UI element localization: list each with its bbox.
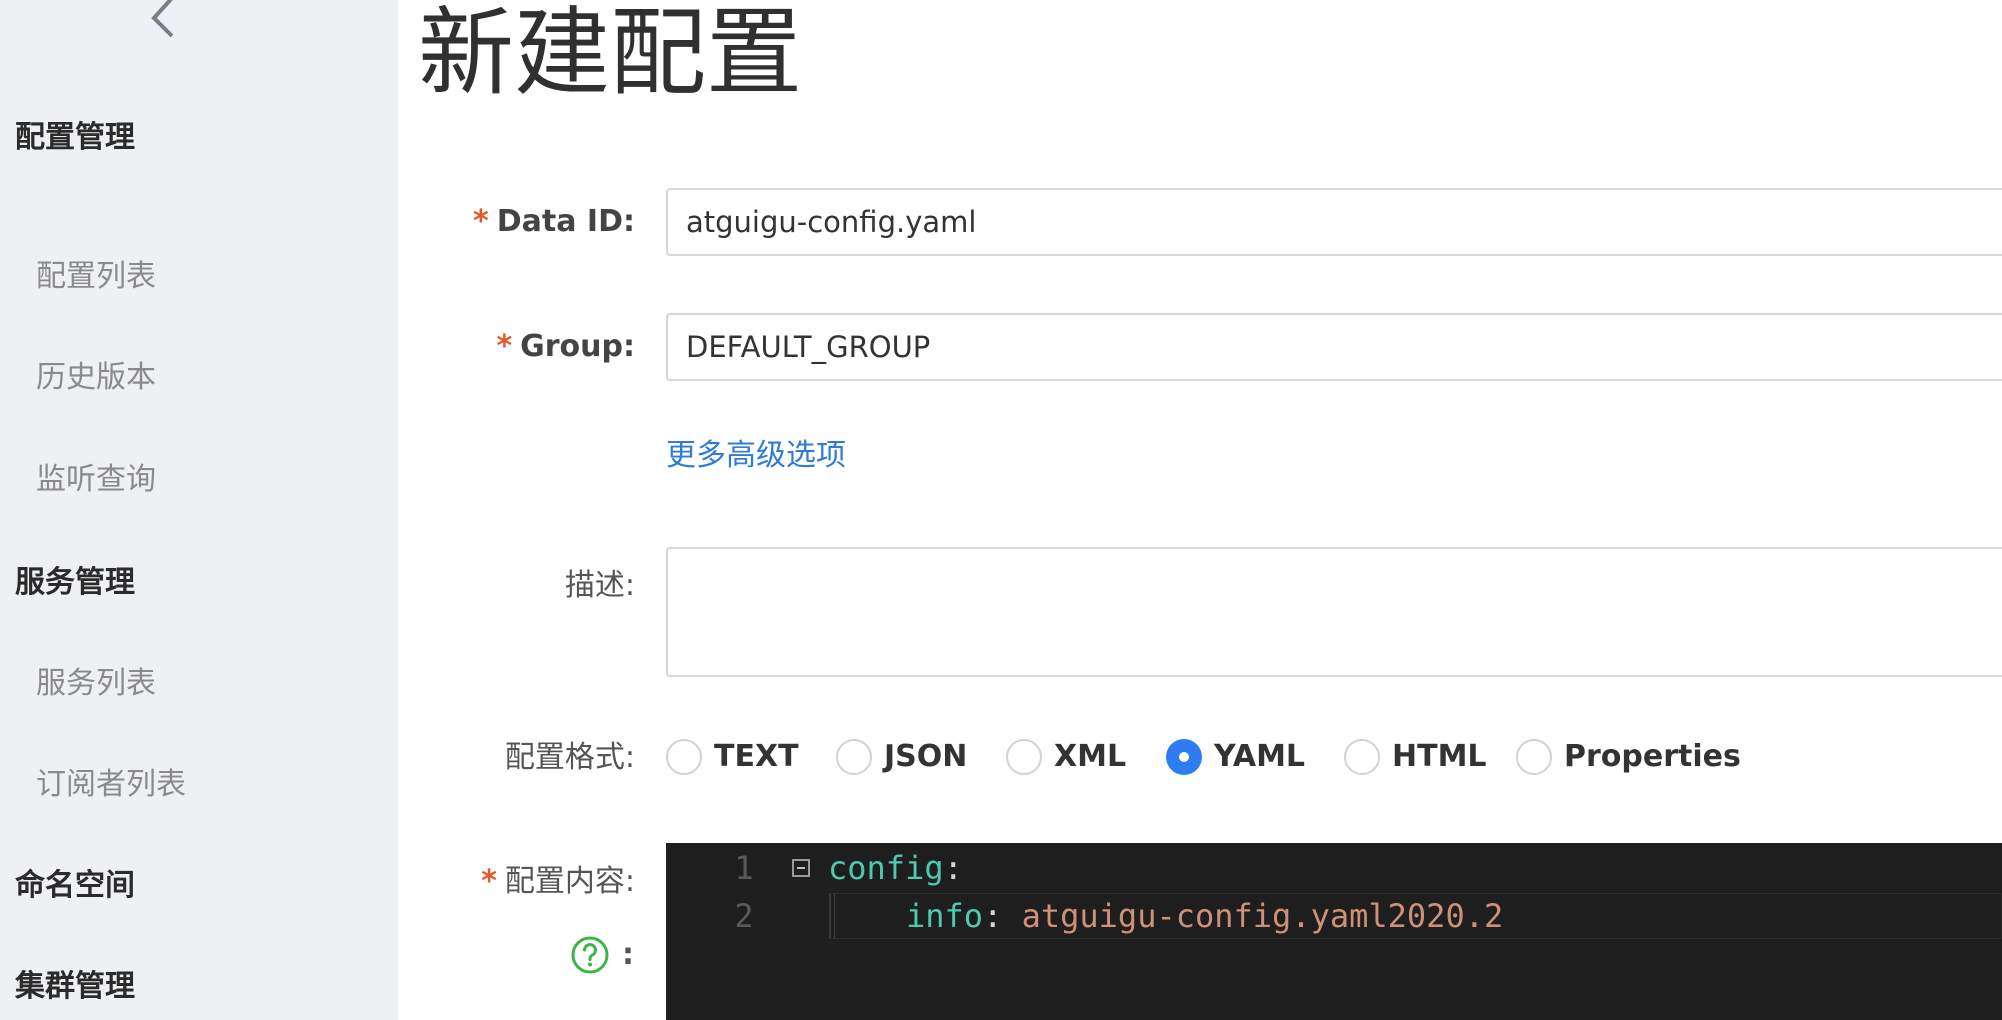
sidebar-item-service-list[interactable]: 服务列表 xyxy=(36,664,156,704)
radio-label: YAML xyxy=(1214,739,1306,774)
yaml-key: config xyxy=(828,849,944,887)
code-line-2: info: atguigu-config.yaml2020.2 xyxy=(906,893,1503,939)
sidebar-item-subscriber-list[interactable]: 订阅者列表 xyxy=(36,765,186,805)
format-radio-text[interactable]: TEXT xyxy=(666,735,799,779)
sidebar-group-namespace[interactable]: 命名空间 xyxy=(15,866,135,906)
radio-circle xyxy=(836,739,872,775)
radio-circle xyxy=(1344,739,1380,775)
radio-circle xyxy=(666,739,702,775)
format-radio-yaml[interactable]: YAML xyxy=(1166,735,1305,779)
radio-label: HTML xyxy=(1392,739,1487,774)
yaml-colon: : xyxy=(983,897,1003,935)
group-input[interactable] xyxy=(666,313,2002,381)
line-number: 1 xyxy=(734,849,754,887)
yaml-colon: : xyxy=(943,849,963,887)
sidebar-item-history-version[interactable]: 历史版本 xyxy=(36,358,156,398)
question-circle-icon[interactable] xyxy=(570,935,610,975)
yaml-value: atguigu-config.yaml2020.2 xyxy=(1002,897,1504,935)
main-content: 新建配置 *Data ID: *Group: 更多高级选项 描述: 配置格式: … xyxy=(398,0,2002,1020)
content-label-text: 配置内容: xyxy=(504,864,635,899)
radio-circle-checked xyxy=(1166,739,1202,775)
format-radio-html[interactable]: HTML xyxy=(1344,735,1487,779)
sidebar-item-config-list[interactable]: 配置列表 xyxy=(36,257,156,297)
format-radio-json[interactable]: JSON xyxy=(836,735,967,779)
radio-circle xyxy=(1006,739,1042,775)
required-mark: * xyxy=(473,204,489,239)
fold-toggle-icon[interactable] xyxy=(792,859,810,877)
line-number: 2 xyxy=(734,897,754,935)
radio-label: XML xyxy=(1054,739,1127,774)
back-button[interactable] xyxy=(140,0,190,44)
yaml-key: info xyxy=(906,897,984,935)
description-label: 描述: xyxy=(564,568,635,603)
code-line-1: config: xyxy=(828,845,963,891)
group-label: * Group: xyxy=(496,327,635,367)
sidebar: 配置管理 配置列表 历史版本 监听查询 服务管理 服务列表 订阅者列表 命名空间… xyxy=(0,0,398,1020)
sidebar-group-service-management[interactable]: 服务管理 xyxy=(15,563,135,603)
description-textarea[interactable] xyxy=(666,547,2002,677)
radio-label: JSON xyxy=(884,739,968,774)
group-label-text: Group: xyxy=(520,329,635,364)
sidebar-item-listener-query[interactable]: 监听查询 xyxy=(36,460,156,500)
page-title: 新建配置 xyxy=(418,0,802,109)
advanced-options-link[interactable]: 更多高级选项 xyxy=(666,436,846,476)
sidebar-group-cluster-management[interactable]: 集群管理 xyxy=(15,967,135,1007)
code-editor[interactable]: 1 2 config: info: atguigu-config.yaml202… xyxy=(666,843,2002,1020)
required-mark: * xyxy=(496,329,513,364)
data-id-label-text: Data ID: xyxy=(496,204,635,239)
data-id-label: * Data ID: xyxy=(473,202,635,242)
format-radio-properties[interactable]: Properties xyxy=(1516,735,1741,779)
required-mark: * xyxy=(481,864,497,899)
help-colon: : xyxy=(622,937,634,972)
indent-guide xyxy=(834,893,835,939)
data-id-input[interactable] xyxy=(666,188,2002,256)
radio-label: Properties xyxy=(1564,739,1741,774)
radio-label: TEXT xyxy=(714,739,799,774)
chevron-left-icon xyxy=(151,0,174,38)
format-label: 配置格式: xyxy=(504,740,635,775)
format-radio-xml[interactable]: XML xyxy=(1006,735,1126,779)
radio-circle xyxy=(1516,739,1552,775)
content-label: * 配置内容: xyxy=(481,862,635,902)
sidebar-group-config-management[interactable]: 配置管理 xyxy=(15,118,135,158)
